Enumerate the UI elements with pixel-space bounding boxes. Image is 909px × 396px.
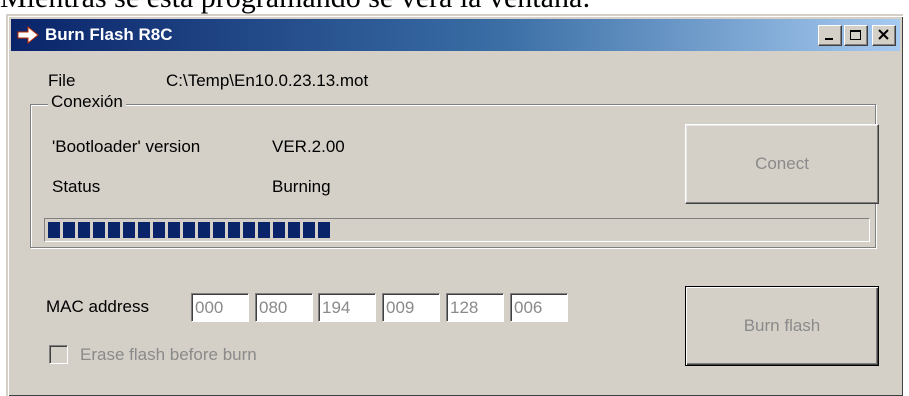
mac-octet-3[interactable] xyxy=(318,293,376,322)
bootloader-version-value: VER.2.00 xyxy=(272,137,345,156)
mac-address-label: MAC address xyxy=(46,297,149,316)
maximize-button[interactable] xyxy=(844,25,868,46)
window-title: Burn Flash R8C xyxy=(45,25,173,44)
maximize-icon xyxy=(850,30,861,40)
burn-progress-bar xyxy=(44,218,870,242)
progress-fill xyxy=(48,222,333,238)
connection-group-title: Conexión xyxy=(48,91,126,113)
erase-flash-label: Erase flash before burn xyxy=(80,345,257,364)
close-icon xyxy=(878,29,889,40)
mac-octet-5[interactable] xyxy=(446,293,504,322)
connect-button[interactable]: Conect xyxy=(685,124,879,204)
file-path: C:\Temp\En10.0.23.13.mot xyxy=(166,71,369,90)
status-label: Status xyxy=(52,177,101,196)
minimize-icon xyxy=(825,38,833,40)
arrow-right-icon xyxy=(17,25,39,45)
title-bar[interactable]: Burn Flash R8C xyxy=(11,19,900,51)
erase-flash-checkbox[interactable] xyxy=(49,345,68,364)
mac-octet-6[interactable] xyxy=(510,293,568,322)
mac-octet-2[interactable] xyxy=(255,293,313,322)
mac-octet-1[interactable] xyxy=(191,293,249,322)
file-label: File xyxy=(48,71,76,90)
mac-octet-4[interactable] xyxy=(382,293,440,322)
bootloader-version-label: 'Bootloader' version xyxy=(52,137,201,156)
status-value: Burning xyxy=(272,177,331,196)
burn-flash-button[interactable]: Burn flash xyxy=(685,286,879,366)
close-button[interactable] xyxy=(872,25,896,46)
minimize-button[interactable] xyxy=(818,25,842,46)
